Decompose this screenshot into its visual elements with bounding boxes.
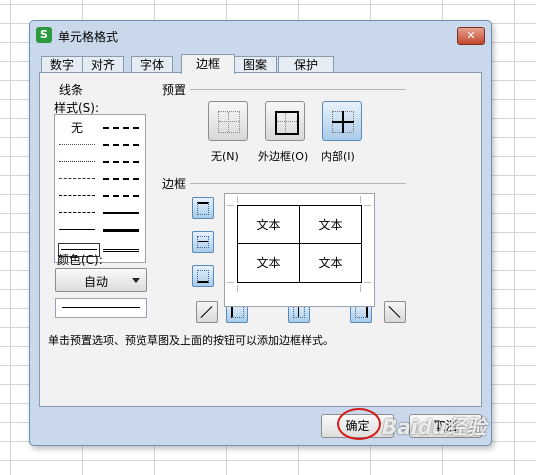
border-top-icon — [197, 202, 209, 215]
line-color-preview — [55, 298, 147, 318]
preview-corner-mark — [237, 285, 238, 292]
icon-divider — [198, 241, 208, 242]
border-bottom-icon — [197, 270, 209, 283]
diagonal-up-icon — [200, 305, 213, 319]
preview-corner-mark — [360, 285, 361, 292]
line-style-option[interactable] — [103, 212, 139, 214]
border-separator — [190, 183, 406, 184]
border-preview[interactable]: 文本 文本 文本 文本 — [224, 193, 375, 307]
icon-divider — [285, 113, 286, 133]
preview-inner-horizontal-line — [238, 243, 361, 244]
close-icon: ✕ — [466, 29, 476, 42]
preset-inside-label: 内部(I) — [321, 150, 355, 163]
preview-cell: 文本 — [318, 218, 343, 232]
preset-outline-label: 外边框(O) — [258, 150, 309, 163]
dialog-titlebar: S 单元格格式 ✕ — [30, 21, 491, 51]
preview-corner-mark — [364, 205, 371, 206]
line-style-option[interactable] — [103, 127, 139, 129]
border-outline-icon — [275, 111, 299, 135]
icon-divider — [219, 121, 239, 122]
border-inner-vertical-icon — [293, 306, 305, 318]
line-group-label: 线条 — [59, 83, 84, 97]
icon-divider — [298, 307, 299, 317]
border-none-icon — [218, 111, 240, 133]
preview-table: 文本 文本 文本 文本 — [237, 205, 362, 283]
line-style-none[interactable]: 无 — [71, 119, 83, 136]
line-style-list[interactable]: 无 — [54, 114, 146, 263]
border-inner-horizontal-button[interactable] — [192, 231, 214, 253]
close-button[interactable]: ✕ — [457, 27, 485, 45]
line-style-option[interactable] — [59, 229, 95, 230]
border-bottom-button[interactable] — [192, 265, 214, 287]
border-inner-horizontal-icon — [197, 236, 209, 248]
icon-divider — [228, 112, 229, 132]
border-inside-icon — [332, 111, 354, 133]
line-style-option[interactable] — [59, 178, 95, 179]
line-style-option[interactable] — [103, 229, 139, 232]
format-cells-dialog: S 单元格格式 ✕ 数字 对齐 字体 边框 图案 保护 线条 样式(S): 无 … — [29, 20, 492, 446]
line-style-option[interactable] — [103, 249, 139, 252]
border-right-icon — [355, 306, 368, 318]
color-dropdown-value: 自动 — [84, 275, 109, 289]
icon-divider — [277, 121, 297, 122]
icon-divider — [332, 121, 354, 123]
preset-group-label: 预置 — [162, 83, 187, 97]
line-style-option[interactable] — [59, 195, 95, 196]
preview-cell: 文本 — [256, 256, 281, 270]
preview-corner-mark — [227, 282, 234, 283]
line-style-option[interactable] — [103, 178, 139, 180]
line-style-option[interactable] — [103, 144, 139, 146]
preview-cell: 文本 — [256, 218, 281, 232]
border-diagonal-down-button[interactable] — [384, 301, 406, 323]
border-top-button[interactable] — [192, 197, 214, 219]
border-hint-text: 单击预置选项、预览草图及上面的按钮可以添加边框样式。 — [48, 334, 334, 347]
chevron-down-icon — [132, 278, 140, 283]
border-group-label: 边框 — [162, 177, 187, 191]
preset-inside-button[interactable] — [322, 101, 362, 141]
tab-border[interactable]: 边框 — [181, 54, 235, 74]
line-style-option[interactable] — [59, 161, 95, 162]
preset-outline-button[interactable] — [265, 101, 305, 141]
line-style-option[interactable] — [59, 212, 95, 213]
preview-corner-mark — [364, 282, 371, 283]
preview-corner-mark — [227, 205, 234, 206]
preset-none-label: 无(N) — [211, 150, 239, 163]
border-left-icon — [231, 306, 244, 318]
preview-cell: 文本 — [318, 256, 343, 270]
preset-separator — [190, 89, 406, 90]
preview-corner-mark — [360, 196, 361, 203]
line-sample — [62, 307, 140, 308]
dialog-title: 单元格格式 — [58, 30, 119, 44]
color-dropdown[interactable]: 自动 — [55, 268, 147, 292]
line-style-option[interactable] — [103, 161, 139, 163]
preview-corner-mark — [237, 196, 238, 203]
preset-none-button[interactable] — [208, 101, 248, 141]
baidu-watermark: Baidu经验 — [382, 415, 487, 439]
color-label: 颜色(C): — [57, 253, 103, 267]
border-diagonal-up-button[interactable] — [196, 301, 218, 323]
line-style-option[interactable] — [59, 144, 95, 145]
diagonal-down-icon — [388, 305, 401, 319]
wps-app-icon: S — [36, 27, 52, 43]
ok-highlight-circle — [337, 408, 381, 440]
line-style-option[interactable] — [103, 195, 139, 197]
line-sample — [61, 249, 97, 250]
